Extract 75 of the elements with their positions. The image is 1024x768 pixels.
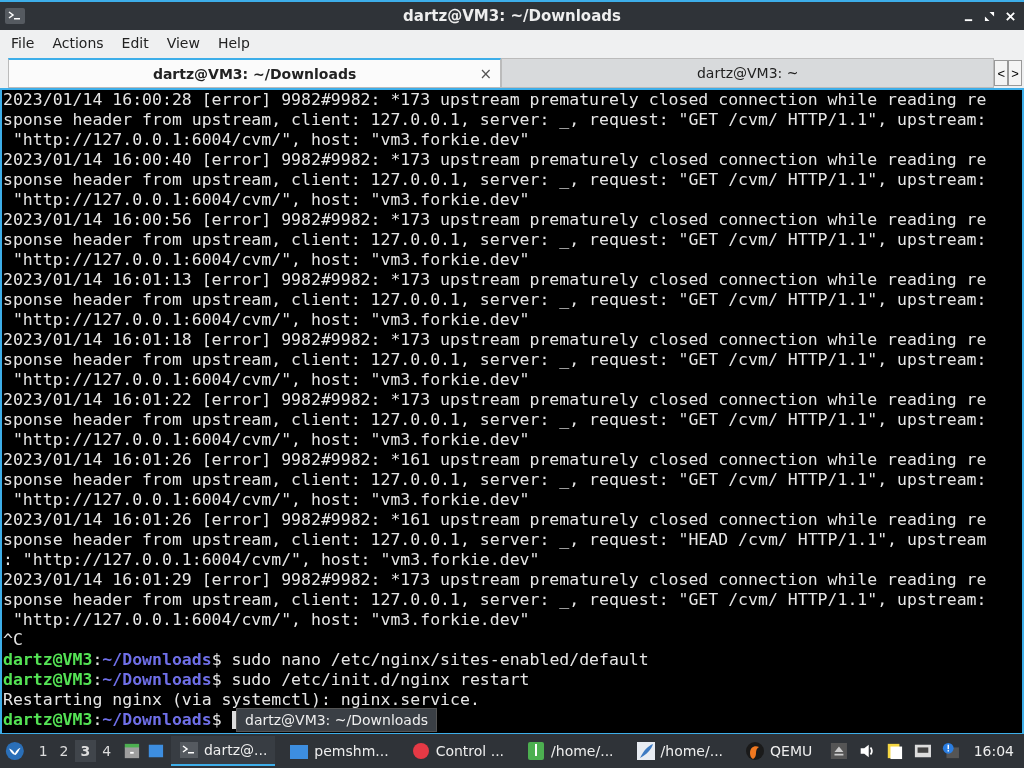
terminal-line: "http://127.0.0.1:6004/cvm/", host: "vm3.forkie.dev": [11, 610, 530, 630]
prompt-user: dartz@VM3: [3, 670, 93, 690]
task-button[interactable]: QEMU: [737, 736, 821, 766]
terminal-tab[interactable]: dartz@VM3: ~: [501, 58, 995, 88]
terminal-tab[interactable]: dartz@VM3: ~/Downloads ×: [8, 58, 502, 88]
task-button[interactable]: Control ...: [402, 736, 513, 766]
menu-item[interactable]: File: [2, 35, 44, 51]
workspace-button[interactable]: 4: [96, 740, 118, 762]
terminal-line: "http://127.0.0.1:6004/cvm/", host: "vm3.forkie.dev": [11, 490, 530, 510]
terminal-line: "http://127.0.0.1:6004/cvm/", host: "vm3.forkie.dev": [11, 130, 530, 150]
file-cabinet-icon[interactable]: [123, 741, 142, 761]
terminal-line: "http://127.0.0.1:6004/cvm/", host: "vm3.forkie.dev": [11, 310, 530, 330]
tab-scroll-button[interactable]: <: [994, 60, 1009, 86]
terminal-line: sponse header from upstream, client: 127.0.0.1, server: _, request: "GET /cvm/ HTTP/1.1", upstream:: [3, 230, 987, 250]
notification-icon[interactable]: [941, 741, 960, 761]
feather-icon: [635, 741, 656, 761]
prompt-separator: :: [92, 710, 103, 730]
terminal-command: $ sudo /etc/init.d/nginx restart: [211, 670, 530, 690]
terminal-line: sponse header from upstream, client: 127.0.0.1, server: _, request: "GET /cvm/ HTTP/1.1", upstream:: [3, 590, 987, 610]
terminal-line: sponse header from upstream, client: 127.0.0.1, server: _, request: "HEAD /cvm/ HTTP/1.1", upstream: [3, 530, 987, 550]
prompt-path: ~/Downloads: [102, 650, 212, 670]
notes-icon[interactable]: [886, 741, 904, 761]
terminal-line: 2023/01/14 16:00:28 [error] 9982#9982: *173 upstream prematurely closed connection while reading re: [3, 90, 987, 110]
terminal-line: "http://127.0.0.1:6004/cvm/", host: "vm3.forkie.dev": [11, 250, 530, 270]
task-button[interactable]: pemshm...: [281, 736, 397, 766]
terminal-icon: [5, 8, 25, 24]
workspace-button[interactable]: 3: [74, 740, 97, 762]
terminal-line: 2023/01/14 16:01:22 [error] 9982#9982: *173 upstream prematurely closed connection while reading re: [3, 390, 987, 410]
task-button[interactable]: /home/...: [518, 736, 622, 766]
terminal-line: sponse header from upstream, client: 127.0.0.1, server: _, request: "GET /cvm/ HTTP/1.1", upstream:: [3, 290, 987, 310]
terminal-line: "http://127.0.0.1:6004/cvm/", host: "vm3.forkie.dev": [11, 370, 530, 390]
prompt-path: ~/Downloads: [102, 670, 212, 690]
tab-scroll-button[interactable]: >: [1008, 60, 1022, 86]
terminal-line: 2023/01/14 16:01:26 [error] 9982#9982: *161 upstream prematurely closed connection while reading re: [3, 510, 987, 530]
prompt-separator: :: [92, 650, 103, 670]
maximize-icon[interactable]: [984, 10, 995, 22]
close-icon[interactable]: [1005, 10, 1016, 22]
terminal-line: 2023/01/14 16:01:18 [error] 9982#9982: *173 upstream prematurely closed connection while reading re: [3, 330, 987, 350]
eject-icon[interactable]: [830, 741, 849, 761]
terminal-line: 2023/01/14 16:01:29 [error] 9982#9982: *173 upstream prematurely closed connection while reading re: [3, 570, 987, 590]
menu-item[interactable]: View: [157, 35, 209, 51]
close-tab-button[interactable]: ×: [479, 64, 493, 83]
menu-item[interactable]: Help: [208, 35, 259, 51]
terminal-line: 2023/01/14 16:01:13 [error] 9982#9982: *173 upstream prematurely closed connection while reading re: [3, 270, 987, 290]
workspace-button[interactable]: 2: [53, 740, 75, 762]
workspace-button[interactable]: 1: [32, 740, 54, 762]
terminal-line: 2023/01/14 16:00:40 [error] 9982#9982: *173 upstream prematurely closed connection while reading re: [3, 150, 987, 170]
menu-item[interactable]: Edit: [112, 35, 158, 51]
window-title: dartz@VM3: ~/Downloads: [403, 7, 621, 25]
prompt-user: dartz@VM3: [3, 710, 93, 730]
terminal-line: Restarting nginx (via systemctl): nginx.service.: [3, 690, 480, 710]
terminal-line: "http://127.0.0.1:6004/cvm/", host: "vm3.forkie.dev": [11, 430, 530, 450]
terminal-line: : "http://127.0.0.1:6004/cvm/", host: "vm3.forkie.dev": [3, 550, 540, 570]
tooltip: dartz@VM3: ~/Downloads: [236, 708, 438, 732]
terminal-line: 2023/01/14 16:00:56 [error] 9982#9982: *173 upstream prematurely closed connection while reading re: [3, 210, 987, 230]
menu-item[interactable]: Actions: [43, 35, 113, 51]
record-icon: [410, 741, 431, 761]
prompt-user: dartz@VM3: [3, 650, 93, 670]
prompt-path: ~/Downloads: [102, 710, 212, 730]
archive-icon: [526, 741, 547, 761]
task-button[interactable]: /home/...: [627, 736, 732, 766]
terminal-line: sponse header from upstream, client: 127.0.0.1, server: _, request: "GET /cvm/ HTTP/1.1", upstream:: [3, 110, 987, 130]
terminal-icon: [178, 740, 199, 760]
terminal-line: ^C: [3, 630, 23, 650]
task-button[interactable]: dartz@...: [170, 736, 276, 766]
terminal-line: sponse header from upstream, client: 127.0.0.1, server: _, request: "GET /cvm/ HTTP/1.1", upstream:: [3, 410, 987, 430]
prompt-separator: :: [92, 670, 103, 690]
terminal-line: 2023/01/14 16:01:26 [error] 9982#9982: *161 upstream prematurely closed connection while reading re: [3, 450, 987, 470]
terminal-line: sponse header from upstream, client: 127.0.0.1, server: _, request: "GET /cvm/ HTTP/1.1", upstream:: [3, 470, 987, 490]
terminal-command: $ sudo nano /etc/nginx/sites-enabled/default: [211, 650, 649, 670]
terminal-line: "http://127.0.0.1:6004/cvm/", host: "vm3.forkie.dev": [11, 190, 530, 210]
clock[interactable]: 16:04: [973, 743, 1014, 759]
terminal-command: $: [211, 710, 222, 730]
terminal-line: sponse header from upstream, client: 127.0.0.1, server: _, request: "GET /cvm/ HTTP/1.1", upstream:: [3, 170, 987, 190]
terminal-line: sponse header from upstream, client: 127.0.0.1, server: _, request: "GET /cvm/ HTTP/1.1", upstream:: [3, 350, 987, 370]
